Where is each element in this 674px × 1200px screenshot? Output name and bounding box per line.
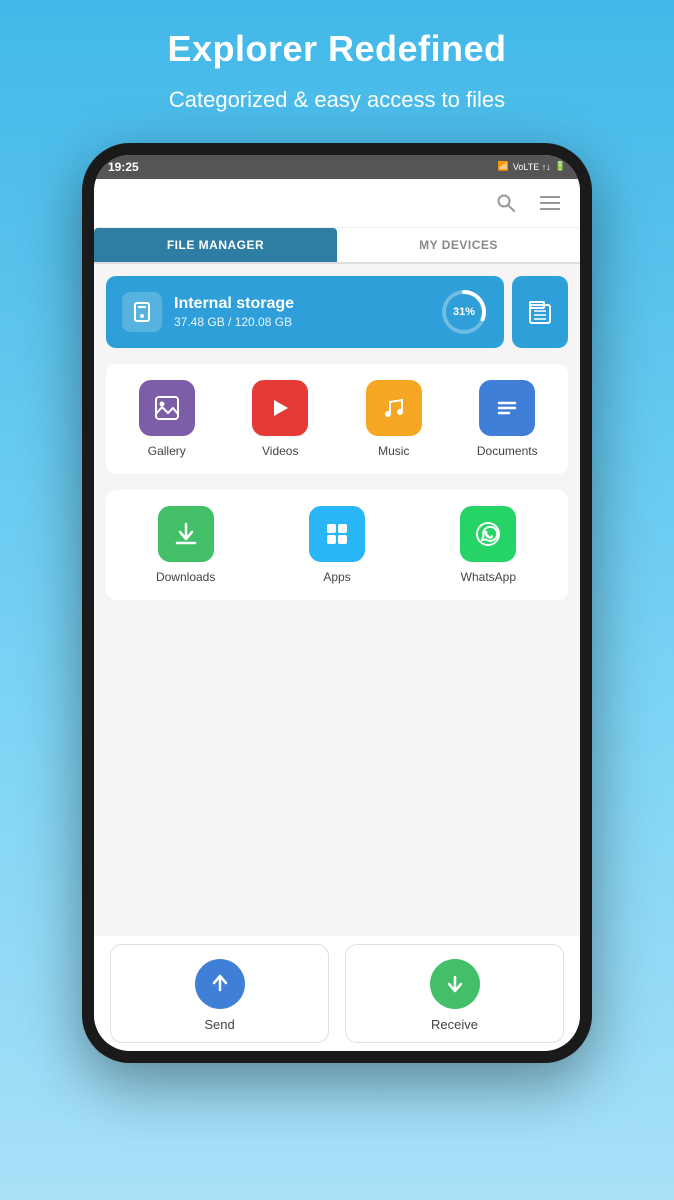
header-subtitle: Categorized & easy access to files xyxy=(167,86,506,115)
app-header xyxy=(94,179,580,228)
documents-icon xyxy=(479,380,535,436)
tab-my-devices[interactable]: MY DEVICES xyxy=(337,228,580,262)
category-videos[interactable]: Videos xyxy=(228,380,334,458)
phone-inner: 19:25 📶 VoLTE ↑↓ 🔋 FILE MAN xyxy=(94,155,580,1051)
bottom-actions: Send Receive xyxy=(94,936,580,1051)
receive-button[interactable]: Receive xyxy=(345,944,564,1043)
storage-row: Internal storage 37.48 GB / 120.08 GB 31… xyxy=(106,276,568,348)
storage-name: Internal storage xyxy=(174,295,428,313)
gallery-label: Gallery xyxy=(148,444,186,458)
category-grid-row1: Gallery Videos Music Documents xyxy=(106,364,568,474)
phone-storage-icon xyxy=(131,301,153,323)
status-icons: 📶 VoLTE ↑↓ 🔋 xyxy=(498,161,566,172)
receive-icon xyxy=(430,959,480,1009)
receive-label: Receive xyxy=(431,1017,478,1032)
category-documents[interactable]: Documents xyxy=(455,380,561,458)
apps-label: Apps xyxy=(323,570,350,584)
downloads-icon xyxy=(158,506,214,562)
send-button[interactable]: Send xyxy=(110,944,329,1043)
sd-card-icon xyxy=(525,297,555,327)
hamburger-line xyxy=(540,208,560,210)
hamburger-line xyxy=(540,196,560,198)
wifi-icon: 📶 xyxy=(498,161,509,172)
category-music[interactable]: Music xyxy=(341,380,447,458)
tabs-container: FILE MANAGER MY DEVICES xyxy=(94,228,580,264)
whatsapp-icon xyxy=(460,506,516,562)
signal-icon: VoLTE ↑↓ xyxy=(513,162,551,172)
send-icon xyxy=(195,959,245,1009)
internal-storage-card[interactable]: Internal storage 37.48 GB / 120.08 GB 31… xyxy=(106,276,504,348)
category-whatsapp[interactable]: WhatsApp xyxy=(417,506,560,584)
category-grid-row2: Downloads Apps WhatsApp xyxy=(106,490,568,600)
app-content: Internal storage 37.48 GB / 120.08 GB 31… xyxy=(94,264,580,936)
header-title: Explorer Redefined xyxy=(167,28,506,70)
videos-icon xyxy=(252,380,308,436)
storage-circle: 31% xyxy=(440,288,488,336)
documents-label: Documents xyxy=(477,444,538,458)
videos-label: Videos xyxy=(262,444,298,458)
search-icon xyxy=(496,193,516,213)
downloads-label: Downloads xyxy=(156,570,215,584)
status-bar: 19:25 📶 VoLTE ↑↓ 🔋 xyxy=(94,155,580,179)
category-gallery[interactable]: Gallery xyxy=(114,380,220,458)
storage-size: 37.48 GB / 120.08 GB xyxy=(174,315,428,329)
music-label: Music xyxy=(378,444,409,458)
search-button[interactable] xyxy=(492,189,520,217)
category-downloads[interactable]: Downloads xyxy=(114,506,257,584)
gallery-icon xyxy=(139,380,195,436)
storage-info: Internal storage 37.48 GB / 120.08 GB xyxy=(174,295,428,329)
header-section: Explorer Redefined Categorized & easy ac… xyxy=(127,0,546,135)
category-apps[interactable]: Apps xyxy=(265,506,408,584)
sd-card-button[interactable] xyxy=(512,276,568,348)
hamburger-line xyxy=(540,202,560,204)
status-time: 19:25 xyxy=(108,160,139,174)
battery-icon: 🔋 xyxy=(555,161,566,172)
tab-file-manager[interactable]: FILE MANAGER xyxy=(94,228,337,262)
phone-shell: 19:25 📶 VoLTE ↑↓ 🔋 FILE MAN xyxy=(82,143,592,1063)
whatsapp-label: WhatsApp xyxy=(461,570,516,584)
apps-icon xyxy=(309,506,365,562)
menu-button[interactable] xyxy=(536,189,564,217)
send-label: Send xyxy=(204,1017,234,1032)
storage-device-icon xyxy=(122,292,162,332)
storage-percent: 31% xyxy=(453,306,475,318)
music-icon xyxy=(366,380,422,436)
